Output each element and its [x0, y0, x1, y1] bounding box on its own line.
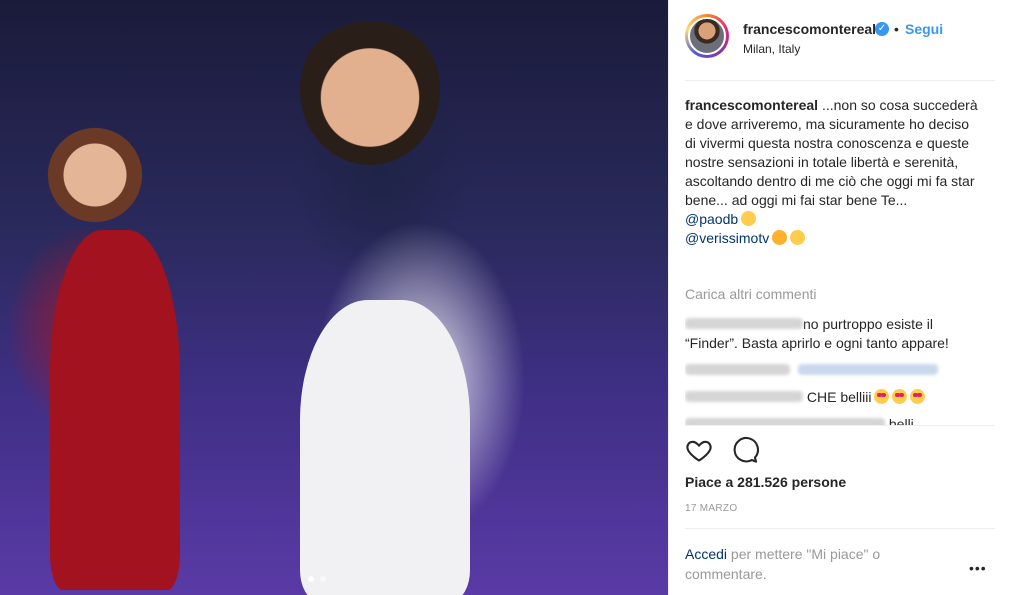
mention-verissimotv[interactable]: @verissimotv	[685, 230, 769, 246]
avatar[interactable]	[685, 14, 729, 58]
post-photo[interactable]	[0, 0, 668, 595]
post-actions	[685, 436, 759, 466]
likes-count[interactable]: Piace a 281.526 persone	[685, 474, 846, 490]
post-caption: francescomontereal ...non so cosa succed…	[685, 96, 983, 248]
login-prompt: Accedi per mettere "Mi piace" o commenta…	[685, 544, 925, 584]
comment-text: CHE belliii	[806, 389, 872, 405]
photo-figure	[40, 120, 150, 230]
comment-item: CHE belliii	[685, 388, 985, 407]
mention-paodb[interactable]: @paodb	[685, 211, 738, 227]
photo-figure	[300, 300, 470, 595]
comment-author-blurred[interactable]	[685, 318, 803, 329]
comment-item: no purtroppo esiste il “Finder”. Basta a…	[685, 315, 985, 353]
comments-list: no purtroppo esiste il “Finder”. Basta a…	[685, 313, 985, 426]
comment-item	[685, 361, 985, 380]
caption-author-link[interactable]: francescomontereal	[685, 97, 818, 113]
follow-button[interactable]: Segui	[905, 21, 943, 37]
heart-eyes-emoji-icon	[892, 389, 908, 404]
separator-bullet: •	[894, 21, 899, 37]
divider	[685, 528, 995, 529]
photo-figure	[50, 230, 180, 590]
photo-figure	[300, 15, 440, 165]
login-link[interactable]: Accedi	[685, 546, 727, 562]
caption-text: ...non so cosa succederà e dove arrivere…	[685, 97, 978, 208]
comment-icon[interactable]	[731, 436, 759, 464]
heart-eyes-emoji-icon	[874, 389, 890, 404]
like-heart-icon[interactable]	[685, 436, 713, 464]
hugging-emoji-icon	[772, 230, 788, 245]
smile-emoji-icon	[790, 230, 806, 245]
carousel-dot[interactable]	[320, 576, 326, 582]
load-more-comments-button[interactable]: Carica altri commenti	[685, 286, 816, 302]
post-date[interactable]: 17 MARZO	[685, 503, 737, 514]
comment-mention-blurred[interactable]	[797, 364, 938, 375]
post-header: francescomontereal ✓ • Segui Milan, Ital…	[685, 10, 995, 81]
comment-author-blurred[interactable]	[685, 364, 790, 375]
divider	[685, 425, 995, 426]
post-side-panel: francescomontereal ✓ • Segui Milan, Ital…	[668, 0, 1009, 595]
carousel-dot[interactable]	[308, 576, 314, 582]
carousel-indicator	[308, 576, 326, 582]
more-options-button[interactable]: •••	[969, 560, 987, 576]
comment-author-blurred[interactable]	[685, 391, 803, 402]
avatar-image	[688, 17, 726, 55]
heart-eyes-emoji-icon	[910, 389, 926, 404]
username-link[interactable]: francescomontereal	[743, 21, 876, 37]
verified-badge-icon: ✓	[875, 22, 889, 36]
location-link[interactable]: Milan, Italy	[743, 42, 800, 56]
kiss-emoji-icon	[741, 211, 757, 226]
